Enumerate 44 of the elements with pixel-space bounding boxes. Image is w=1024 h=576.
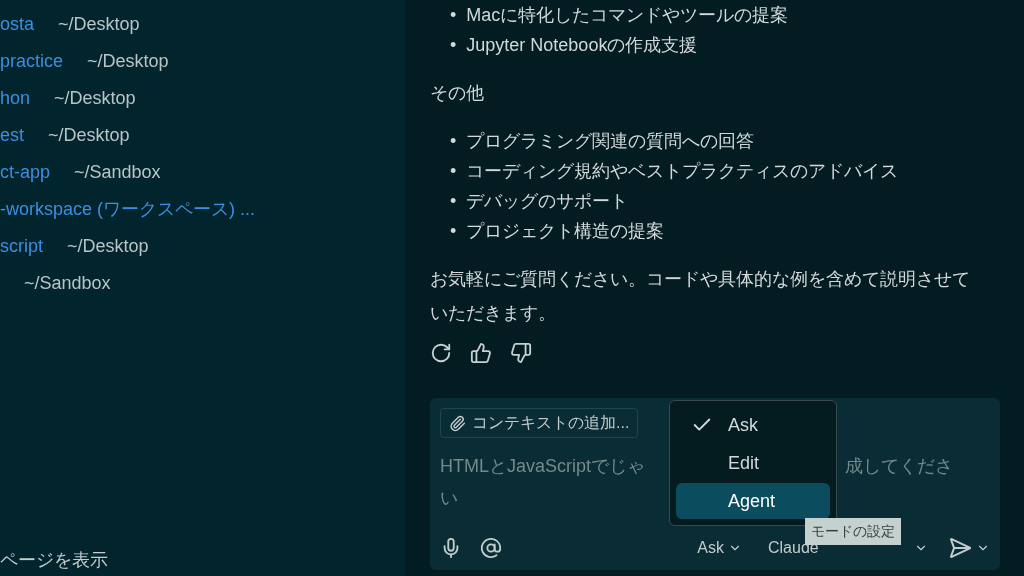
project-name[interactable]: est bbox=[0, 122, 24, 149]
send-icon[interactable] bbox=[948, 536, 972, 560]
input-placeholder: HTMLとJavaScriptでじゃ bbox=[440, 455, 646, 478]
add-context-button[interactable]: コンテキストの追加... bbox=[440, 408, 639, 438]
bullet-item: コーディング規約やベストプラクティスのアドバイス bbox=[466, 160, 899, 183]
project-path: ~/Desktop bbox=[58, 13, 140, 36]
project-path: ~/Sandbox bbox=[74, 161, 161, 184]
message-paragraph: その他 bbox=[430, 82, 485, 105]
bullet-item: プロジェクト構造の提案 bbox=[466, 220, 665, 243]
project-path: ~/Desktop bbox=[87, 50, 169, 73]
bullet-item: デバッグのサポート bbox=[466, 190, 629, 213]
mention-icon[interactable] bbox=[480, 537, 502, 559]
bullet-marker: • bbox=[450, 4, 457, 27]
thumbs-up-icon[interactable] bbox=[470, 342, 492, 364]
mode-menu-item[interactable]: Agent bbox=[676, 483, 830, 519]
regenerate-icon[interactable] bbox=[430, 342, 452, 364]
bullet-item: プログラミング関連の質問への回答 bbox=[466, 130, 755, 153]
project-name[interactable]: hon bbox=[0, 85, 31, 112]
bullet-marker: • bbox=[450, 220, 457, 243]
project-name[interactable]: practice bbox=[0, 48, 64, 75]
project-path: ~/Desktop bbox=[48, 124, 130, 147]
message-paragraph: お気軽にご質問ください。コードや具体的な例を含めて説明させていただきます。 bbox=[430, 268, 970, 325]
mode-menu-item[interactable]: Ask bbox=[676, 407, 830, 443]
project-name[interactable]: -workspace (ワークスペース) ... bbox=[0, 196, 256, 223]
bullet-marker: • bbox=[450, 190, 457, 213]
input-placeholder: 成してくださ bbox=[845, 455, 954, 478]
project-path: ~/Desktop bbox=[67, 235, 149, 258]
project-name[interactable]: osta bbox=[0, 11, 35, 38]
project-name[interactable]: script bbox=[0, 233, 43, 260]
bullet-marker: • bbox=[450, 130, 457, 153]
input-placeholder: い bbox=[440, 487, 458, 510]
bullet-marker: • bbox=[450, 34, 457, 57]
bullet-item: Jupyter Notebookの作成支援 bbox=[466, 34, 698, 57]
bullet-marker: • bbox=[450, 160, 457, 183]
mode-dropdown[interactable]: Ask bbox=[697, 536, 742, 560]
project-path: ~/Sandbox bbox=[24, 272, 111, 295]
project-path: ~/Desktop bbox=[54, 87, 136, 110]
tooltip: モードの設定 bbox=[805, 518, 901, 545]
bullet-item: Macに特化したコマンドやツールの提案 bbox=[466, 4, 789, 27]
show-page-link[interactable]: ページを表示 bbox=[0, 547, 108, 574]
mode-menu-item[interactable]: Edit bbox=[676, 445, 830, 481]
paperclip-icon bbox=[449, 414, 466, 432]
thumbs-down-icon[interactable] bbox=[510, 342, 532, 364]
project-name[interactable]: ct-app bbox=[0, 159, 51, 186]
